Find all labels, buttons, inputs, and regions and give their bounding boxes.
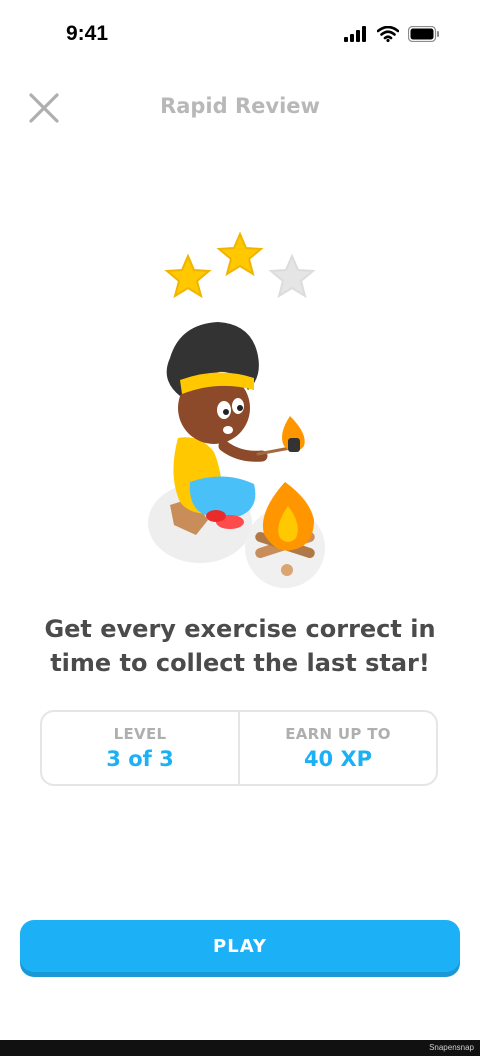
character-illustration [130, 220, 350, 590]
play-button-label: PLAY [213, 935, 267, 957]
star-icon-locked [268, 253, 316, 299]
battery-icon [408, 26, 439, 42]
campfire-scene-image [148, 231, 325, 588]
status-bar: 9:41 [0, 0, 480, 70]
header: Rapid Review [0, 80, 480, 136]
level-info-card: LEVEL 3 of 3 EARN UP TO 40 XP [40, 710, 438, 786]
page-title: Rapid Review [160, 94, 320, 118]
play-button[interactable]: PLAY [20, 920, 460, 972]
watermark: Snapensnap [429, 1043, 474, 1052]
status-icons [344, 26, 440, 42]
status-time: 9:41 [66, 22, 109, 45]
star-icon-earned-2 [216, 231, 264, 277]
wifi-icon [377, 26, 399, 42]
xp-column: EARN UP TO 40 XP [238, 712, 436, 784]
xp-label: EARN UP TO [285, 725, 391, 743]
level-label: LEVEL [113, 725, 167, 743]
bottom-strip [0, 1040, 480, 1056]
level-value: 3 of 3 [106, 747, 174, 771]
instruction-message: Get every exercise correct in time to co… [44, 615, 436, 677]
xp-value: 40 XP [303, 747, 373, 771]
star-icon-earned-1 [164, 253, 212, 299]
level-column: LEVEL 3 of 3 [42, 712, 238, 784]
signal-icon [344, 26, 366, 42]
